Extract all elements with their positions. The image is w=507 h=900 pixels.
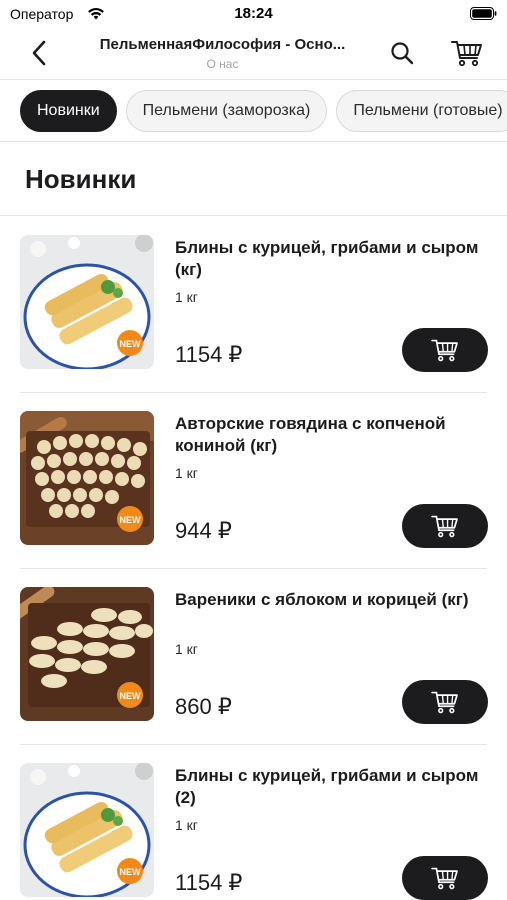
category-chip-pelmeni-ready[interactable]: Пельмени (готовые)	[336, 90, 507, 132]
status-bar: Оператор 18:24	[0, 0, 507, 28]
add-to-cart-button[interactable]	[402, 328, 488, 372]
product-card[interactable]: NEW Авторские говядина с копченой конино…	[0, 393, 507, 569]
category-tabs: Новинки Пельмени (заморозка) Пельмени (г…	[0, 80, 507, 142]
product-name: Блины с курицей, грибами и сыром (2)	[175, 766, 479, 807]
product-name: Вареники с яблоком и корицей (кг)	[175, 590, 469, 609]
cart-icon	[431, 691, 458, 714]
product-image[interactable]: NEW	[20, 587, 154, 721]
product-list: NEW Блины с курицей, грибами и сыром (кг…	[0, 217, 507, 900]
search-icon	[391, 42, 414, 65]
section-header: Новинки	[0, 142, 507, 216]
battery-icon	[470, 7, 497, 20]
chevron-left-icon	[32, 40, 46, 66]
product-image[interactable]: NEW	[20, 411, 154, 545]
category-chip-novinki[interactable]: Новинки	[20, 90, 117, 132]
nav-titles: ПельменнаяФилософия - Осно... О нас	[70, 36, 375, 71]
section-title: Новинки	[25, 164, 137, 194]
new-badge: NEW	[120, 339, 142, 349]
product-price: 1154 ₽	[175, 870, 243, 895]
cart-icon	[431, 339, 458, 362]
category-chip-pelmeni-frozen[interactable]: Пельмени (заморозка)	[125, 90, 328, 132]
add-to-cart-button[interactable]	[402, 680, 488, 724]
product-price: 1154 ₽	[175, 342, 243, 367]
page-subtitle: О нас	[206, 57, 239, 71]
back-button[interactable]	[24, 36, 54, 70]
product-price: 944 ₽	[175, 518, 232, 543]
product-weight: 1 кг	[175, 817, 198, 833]
new-badge: NEW	[120, 515, 142, 525]
page-title: ПельменнаяФилософия - Осно...	[99, 36, 346, 53]
new-badge: NEW	[120, 691, 142, 701]
product-price: 860 ₽	[175, 694, 232, 719]
clock: 18:24	[234, 5, 273, 22]
new-badge: NEW	[120, 867, 142, 877]
product-image[interactable]: NEW	[20, 763, 154, 897]
add-to-cart-button[interactable]	[402, 504, 488, 548]
product-image[interactable]: NEW	[20, 235, 154, 369]
cart-icon	[451, 41, 482, 67]
add-to-cart-button[interactable]	[402, 856, 488, 900]
product-weight: 1 кг	[175, 465, 198, 481]
cart-icon	[431, 515, 458, 538]
nav-bar: ПельменнаяФилософия - Осно... О нас	[0, 28, 507, 80]
product-card[interactable]: NEW Вареники с яблоком и корицей (кг) 1 …	[0, 569, 507, 745]
product-card[interactable]: NEW Блины с курицей, грибами и сыром (2)…	[0, 745, 507, 900]
product-name: Авторские говядина с копченой кониной (к…	[175, 414, 446, 455]
product-weight: 1 кг	[175, 289, 198, 305]
cart-button[interactable]	[450, 38, 484, 68]
cart-icon	[431, 867, 458, 890]
product-name: Блины с курицей, грибами и сыром (кг)	[175, 238, 479, 279]
product-card[interactable]: NEW Блины с курицей, грибами и сыром (кг…	[0, 217, 507, 393]
search-button[interactable]	[387, 38, 417, 68]
product-weight: 1 кг	[175, 641, 198, 657]
